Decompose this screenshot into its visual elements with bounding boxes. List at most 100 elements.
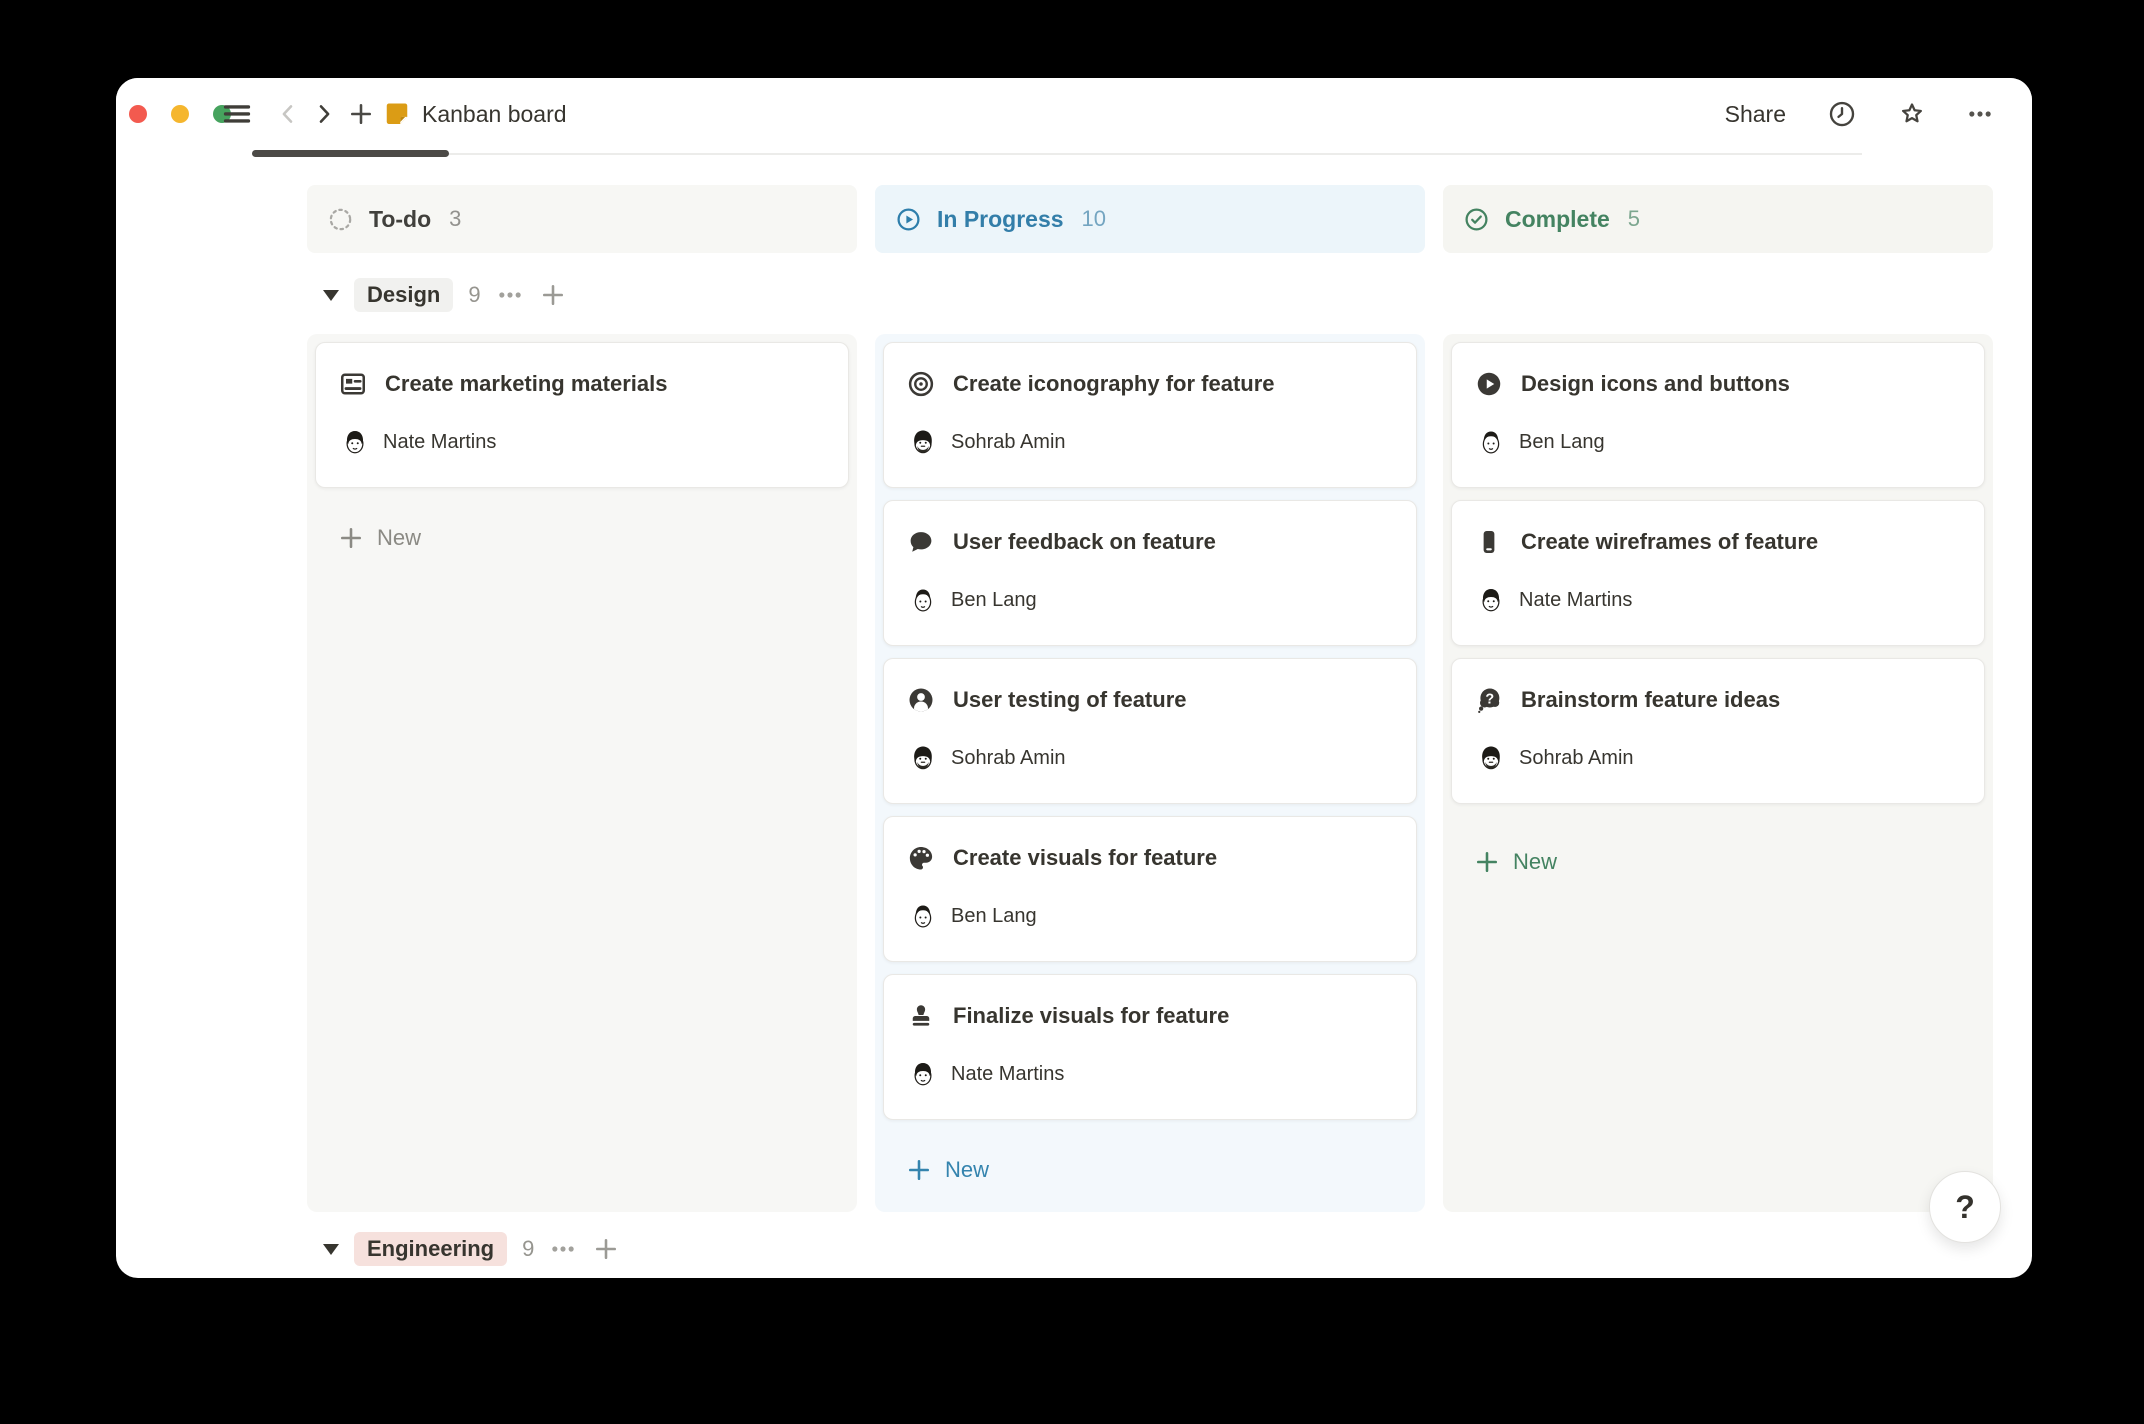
card-title-row: Create visuals for feature	[906, 843, 1217, 873]
close-window-button[interactable]	[129, 105, 147, 123]
card[interactable]: Create wireframes of feature Nate Martins	[1451, 500, 1985, 646]
card-title: Finalize visuals for feature	[953, 1003, 1229, 1029]
column-body-complete: Design icons and buttons Ben Lang Create w…	[1443, 334, 1993, 1212]
newspaper-icon	[338, 369, 368, 399]
forward-icon[interactable]	[307, 78, 341, 150]
card-title: Brainstorm feature ideas	[1521, 687, 1780, 713]
card-assignee-row: Ben Lang	[1476, 427, 1605, 457]
card[interactable]: Create marketing materials Nate Martins	[315, 342, 849, 488]
card-title: Create visuals for feature	[953, 845, 1217, 871]
assignee-name: Sohrab Amin	[951, 431, 1066, 454]
card-title-row: Create wireframes of feature	[1474, 527, 1818, 557]
card-title: User testing of feature	[953, 687, 1187, 713]
avatar	[1476, 743, 1506, 773]
card-title-row: User feedback on feature	[906, 527, 1216, 557]
play-circle-icon	[1474, 369, 1504, 399]
new-page-icon[interactable]	[343, 78, 379, 150]
collapse-triangle-icon[interactable]	[323, 1244, 339, 1255]
collapse-triangle-icon[interactable]	[323, 290, 339, 301]
group-more-icon[interactable]	[496, 281, 524, 309]
assignee-name: Nate Martins	[383, 431, 496, 454]
play-circle-outline-icon	[895, 206, 922, 233]
bullseye-icon	[906, 369, 936, 399]
card-title-row: ? Brainstorm feature ideas	[1474, 685, 1780, 715]
group-count: 9	[468, 282, 480, 308]
group-add-icon[interactable]	[539, 281, 567, 309]
menu-icon[interactable]	[218, 78, 256, 150]
card-assignee-row: Ben Lang	[908, 585, 1037, 615]
palette-icon	[906, 843, 936, 873]
card-title-row: Create marketing materials	[338, 369, 667, 399]
assignee-name: Ben Lang	[1519, 431, 1605, 454]
card[interactable]: User testing of feature Sohrab Amin	[883, 658, 1417, 804]
group-more-icon[interactable]	[549, 1235, 577, 1263]
assignee-name: Nate Martins	[951, 1063, 1064, 1086]
card-assignee-row: Sohrab Amin	[908, 427, 1066, 457]
user-circle-icon	[906, 685, 936, 715]
back-icon[interactable]	[271, 78, 305, 150]
assignee-name: Ben Lang	[951, 589, 1037, 612]
star-icon[interactable]	[1893, 78, 1931, 150]
minimize-window-button[interactable]	[171, 105, 189, 123]
card-title-row: Design icons and buttons	[1474, 369, 1790, 399]
help-button[interactable]: ?	[1929, 1171, 2001, 1243]
avatar	[908, 1059, 938, 1089]
card[interactable]: ? Brainstorm feature ideas Sohrab Amin	[1451, 658, 1985, 804]
plus-icon	[337, 524, 365, 552]
group-label-design[interactable]: Design	[354, 278, 453, 312]
avatar	[908, 743, 938, 773]
share-button[interactable]: Share	[1725, 78, 1786, 150]
new-card-button[interactable]: New	[905, 1156, 989, 1184]
group-add-icon[interactable]	[592, 1235, 620, 1263]
avatar	[908, 901, 938, 931]
column-count: 3	[449, 206, 461, 232]
group-label-engineering[interactable]: Engineering	[354, 1232, 507, 1266]
column-label: Complete	[1505, 206, 1610, 233]
stamp-icon	[906, 1001, 936, 1031]
avatar	[908, 427, 938, 457]
history-icon[interactable]	[1823, 78, 1861, 150]
card-title-row: Create iconography for feature	[906, 369, 1275, 399]
new-card-button[interactable]: New	[1473, 848, 1557, 876]
card[interactable]: Create visuals for feature Ben Lang	[883, 816, 1417, 962]
avatar	[1476, 427, 1506, 457]
avatar	[340, 427, 370, 457]
svg-text:?: ?	[1485, 691, 1494, 707]
avatar	[908, 585, 938, 615]
card-title: User feedback on feature	[953, 529, 1216, 555]
column-header-in-progress[interactable]: In Progress10	[875, 185, 1425, 253]
column-header-todo[interactable]: To-do 3	[307, 185, 857, 253]
card-title: Create iconography for feature	[953, 371, 1275, 397]
phone-icon	[1474, 527, 1504, 557]
group-count: 9	[522, 1236, 534, 1262]
card[interactable]: Create iconography for feature Sohrab Ami…	[883, 342, 1417, 488]
more-icon[interactable]	[1961, 78, 1999, 150]
assignee-name: Ben Lang	[951, 905, 1037, 928]
column-count: 5	[1628, 206, 1640, 232]
thought-question-icon: ?	[1474, 685, 1504, 715]
column-header-complete[interactable]: Complete 5	[1443, 185, 1993, 253]
new-card-button[interactable]: New	[337, 524, 421, 552]
new-card-label: New	[377, 525, 421, 551]
group-row-engineering: Engineering 9	[323, 1228, 620, 1270]
card-assignee-row: Ben Lang	[908, 901, 1037, 931]
card-assignee-row: Nate Martins	[1476, 585, 1632, 615]
card-assignee-row: Sohrab Amin	[1476, 743, 1634, 773]
card-title-row: User testing of feature	[906, 685, 1187, 715]
group-row-design: Design 9	[323, 274, 567, 316]
card[interactable]: Design icons and buttons Ben Lang	[1451, 342, 1985, 488]
column-body-todo: Create marketing materials Nate Martins Ne…	[307, 334, 857, 1212]
card-assignee-row: Sohrab Amin	[908, 743, 1066, 773]
page-title[interactable]: Kanban board	[422, 78, 567, 150]
card-title: Create wireframes of feature	[1521, 529, 1818, 555]
dashed-circle-icon	[327, 206, 354, 233]
column-count: 10	[1082, 206, 1106, 232]
column-label: To-do	[369, 206, 431, 233]
kanban-board: Design 9 Engineering 9 To-do 3 Create mark…	[116, 150, 2032, 1278]
assignee-name: Sohrab Amin	[951, 747, 1066, 770]
card-title: Design icons and buttons	[1521, 371, 1790, 397]
card[interactable]: User feedback on feature Ben Lang	[883, 500, 1417, 646]
card[interactable]: Finalize visuals for feature Nate Martins	[883, 974, 1417, 1120]
column-body-in-progress: Create iconography for feature Sohrab Ami…	[875, 334, 1425, 1212]
assignee-name: Nate Martins	[1519, 589, 1632, 612]
